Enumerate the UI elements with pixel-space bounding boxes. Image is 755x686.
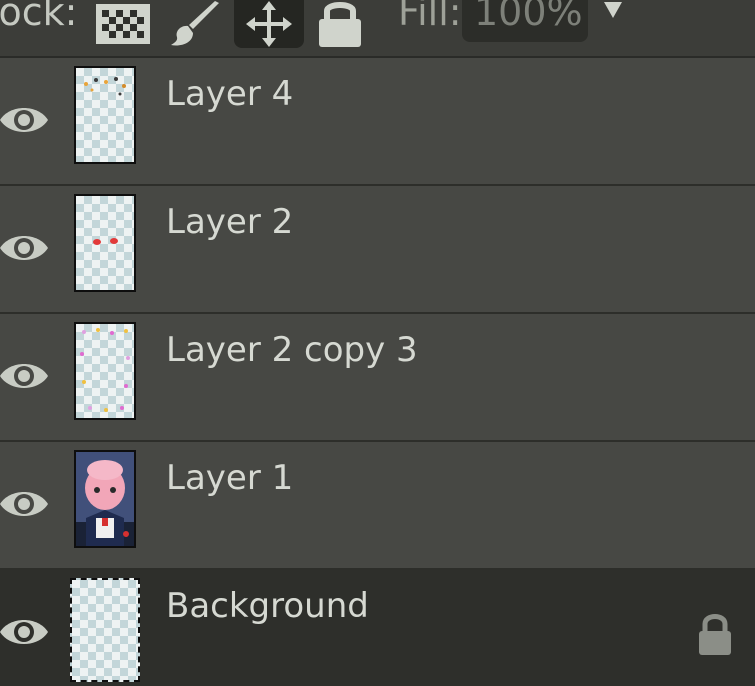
layer-thumbnail bbox=[74, 322, 136, 420]
layer-thumbnail bbox=[74, 194, 136, 292]
layer-lock-indicator bbox=[696, 612, 734, 656]
visibility-toggle[interactable] bbox=[0, 224, 48, 272]
chevron-down-icon bbox=[604, 2, 622, 18]
lock-label: Lock: bbox=[0, 0, 78, 34]
fill-dropdown-button[interactable] bbox=[598, 0, 628, 30]
lock-transparency-button[interactable] bbox=[95, 0, 151, 48]
eye-icon bbox=[0, 236, 48, 260]
layers-list: Layer 4 Layer 2 Layer 2 copy 3 Layer 1 B… bbox=[0, 58, 755, 686]
layer-name: Layer 1 bbox=[166, 458, 294, 498]
transparency-lock-icon bbox=[96, 4, 150, 44]
fill-value: 100% bbox=[474, 0, 583, 34]
layer-thumbnail bbox=[74, 450, 136, 548]
layer-name: Layer 2 copy 3 bbox=[166, 330, 418, 370]
layer-row-layer-4[interactable]: Layer 4 bbox=[0, 58, 755, 186]
layer-row-layer-2-copy-3[interactable]: Layer 2 copy 3 bbox=[0, 314, 755, 442]
eye-icon bbox=[0, 492, 48, 516]
lock-all-icon bbox=[319, 2, 361, 47]
lock-pixels-button[interactable] bbox=[168, 0, 226, 48]
layer-name: Layer 4 bbox=[166, 74, 294, 114]
move-lock-icon bbox=[246, 1, 292, 47]
lock-position-button[interactable] bbox=[234, 0, 304, 48]
layers-toolbar: Lock: bbox=[0, 0, 755, 58]
fill-label: Fill: bbox=[398, 0, 462, 34]
layer-name: Layer 2 bbox=[166, 202, 294, 242]
brush-lock-icon bbox=[171, 1, 219, 46]
layer-thumbnail bbox=[74, 66, 136, 164]
visibility-toggle[interactable] bbox=[0, 96, 48, 144]
eye-icon bbox=[0, 108, 48, 132]
lock-icon bbox=[699, 614, 731, 655]
eye-icon bbox=[0, 620, 48, 644]
visibility-toggle[interactable] bbox=[0, 608, 48, 656]
lock-all-button[interactable] bbox=[312, 0, 368, 48]
visibility-toggle[interactable] bbox=[0, 352, 48, 400]
eye-icon bbox=[0, 364, 48, 388]
layer-row-background[interactable]: Background bbox=[0, 570, 755, 686]
layer-row-layer-1[interactable]: Layer 1 bbox=[0, 442, 755, 570]
visibility-toggle[interactable] bbox=[0, 480, 48, 528]
layer-row-layer-2[interactable]: Layer 2 bbox=[0, 186, 755, 314]
layer-thumbnail bbox=[70, 578, 140, 682]
fill-input[interactable]: 100% bbox=[462, 0, 588, 42]
layer-name: Background bbox=[166, 586, 369, 626]
